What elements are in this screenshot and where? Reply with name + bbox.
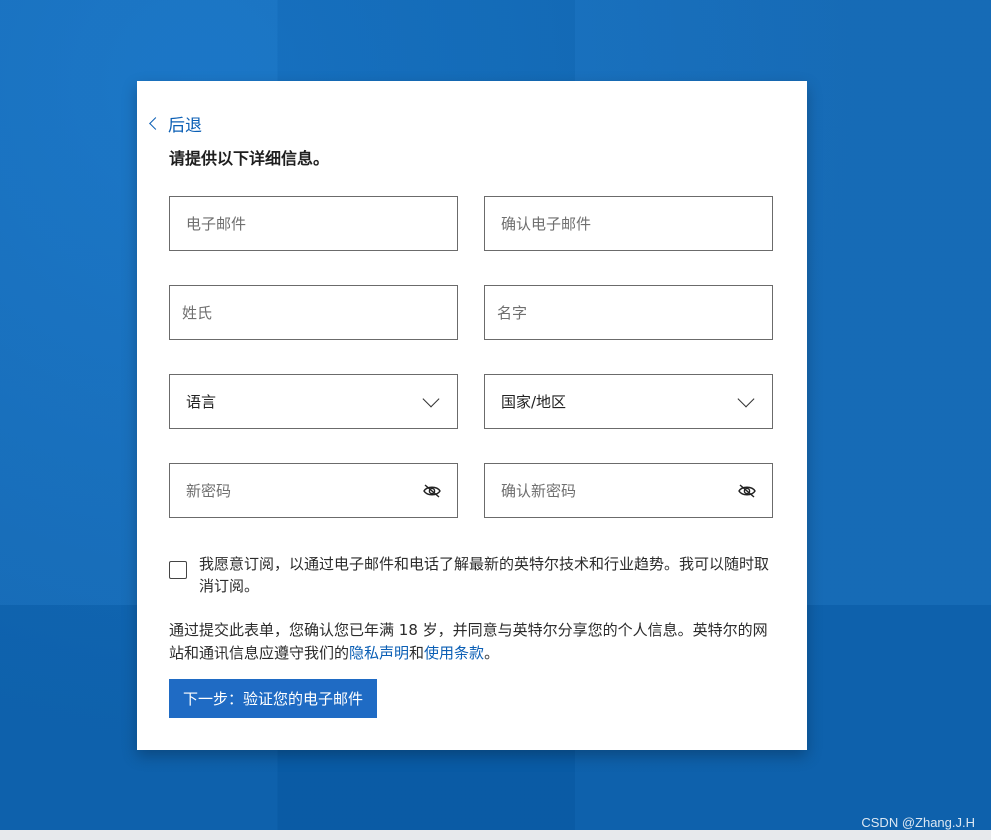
chevron-down-icon [422,390,440,407]
confirm-email-field-wrapper [484,196,773,251]
eye-slash-icon[interactable] [423,483,441,498]
legal-notice: 通过提交此表单，您确认您已年满 18 岁，并同意与英特尔分享您的个人信息。英特尔… [169,619,779,665]
subscribe-checkbox[interactable] [169,561,187,579]
chevron-left-icon [149,117,162,130]
confirm-password-field-wrapper [484,463,773,518]
watermark: CSDN @Zhang.J.H [861,815,975,830]
first-name-field[interactable] [485,286,772,339]
last-name-field-wrapper [169,285,458,340]
terms-of-use-link[interactable]: 使用条款 [424,644,484,662]
password-field[interactable] [170,464,457,517]
email-field[interactable] [170,197,457,250]
legal-and: 和 [409,644,425,662]
confirm-password-field[interactable] [485,464,772,517]
country-select[interactable]: 国家/地区 [484,374,773,429]
last-name-field[interactable] [170,286,457,339]
first-name-field-wrapper [484,285,773,340]
email-field-wrapper [169,196,458,251]
language-select[interactable]: 语言 [169,374,458,429]
privacy-statement-link[interactable]: 隐私声明 [349,644,409,662]
back-link[interactable]: 后退 [149,111,202,136]
country-select-value: 国家/地区 [501,393,567,411]
password-field-wrapper [169,463,458,518]
legal-suffix: 。 [484,644,500,662]
subscribe-consent-text: 我愿意订阅，以通过电子邮件和电话了解最新的英特尔技术和行业趋势。我可以随时取消订… [199,555,770,595]
bottom-strip [0,830,991,840]
subscribe-consent: 我愿意订阅，以通过电子邮件和电话了解最新的英特尔技术和行业趋势。我可以随时取消订… [169,553,769,597]
confirm-email-field[interactable] [485,197,772,250]
signup-card: 后退 请提供以下详细信息。 语言 国家/地区 [137,81,807,750]
eye-slash-icon[interactable] [738,483,756,498]
chevron-down-icon [737,390,755,407]
next-verify-email-button[interactable]: 下一步：验证您的电子邮件 [169,679,377,718]
back-label: 后退 [168,116,202,136]
page-title: 请提供以下详细信息。 [169,149,330,168]
language-select-value: 语言 [186,393,217,411]
